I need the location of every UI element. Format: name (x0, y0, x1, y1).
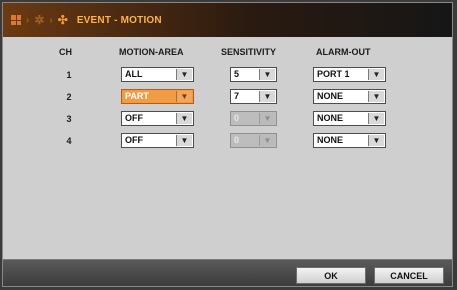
chevron-right-icon: › (49, 14, 53, 26)
header-sensitivity: SENSITIVITY (221, 47, 277, 57)
sensitivity-select[interactable]: 5 ▼ (230, 67, 277, 82)
chevron-down-icon[interactable]: ▼ (176, 135, 192, 146)
header-motion-area: MOTION-AREA (119, 47, 184, 57)
sensitivity-select: 0 ▼ (230, 111, 277, 126)
alarm-out-select[interactable]: NONE ▼ (313, 133, 386, 148)
chevron-down-icon[interactable]: ▼ (259, 91, 275, 102)
footer-bar: OK CANCEL (3, 259, 452, 286)
select-value: NONE (317, 113, 344, 123)
chevron-down-icon[interactable]: ▼ (368, 69, 384, 80)
ok-button[interactable]: OK (296, 267, 366, 284)
chevron-right-icon: › (26, 14, 30, 26)
select-value: PORT 1 (317, 69, 350, 79)
chevron-down-icon: ▼ (259, 135, 275, 146)
breadcrumb: › ✲ › ✣ EVENT - MOTION (11, 13, 162, 27)
channel-number: 1 (66, 70, 72, 80)
chevron-down-icon[interactable]: ▼ (176, 91, 192, 102)
motion-area-select[interactable]: PART ▼ (121, 89, 194, 104)
header-ch: CH (59, 47, 72, 57)
motion-area-select[interactable]: OFF ▼ (121, 111, 194, 126)
chevron-down-icon[interactable]: ▼ (176, 69, 192, 80)
move-icon[interactable]: ✣ (58, 13, 68, 27)
alarm-out-select[interactable]: NONE ▼ (313, 89, 386, 104)
motion-area-select[interactable]: ALL ▼ (121, 67, 194, 82)
settings-table: CH MOTION-AREA SENSITIVITY ALARM-OUT 1 A… (3, 37, 452, 259)
select-value: NONE (317, 135, 344, 145)
gear-icon[interactable]: ✲ (34, 13, 44, 27)
chevron-down-icon: ▼ (259, 113, 275, 124)
sensitivity-select: 0 ▼ (230, 133, 277, 148)
select-value: 5 (234, 69, 240, 79)
channel-number: 4 (66, 136, 72, 146)
motion-area-select[interactable]: OFF ▼ (121, 133, 194, 148)
event-motion-window: › ✲ › ✣ EVENT - MOTION CH MOTION-AREA SE… (2, 2, 453, 287)
select-value: 0 (234, 135, 240, 145)
select-value: OFF (125, 135, 143, 145)
page-title: EVENT - MOTION (76, 14, 162, 26)
sensitivity-select[interactable]: 7 ▼ (230, 89, 277, 104)
alarm-out-select[interactable]: PORT 1 ▼ (313, 67, 386, 82)
select-value: 0 (234, 113, 240, 123)
chevron-down-icon[interactable]: ▼ (368, 135, 384, 146)
alarm-out-select[interactable]: NONE ▼ (313, 111, 386, 126)
select-value: OFF (125, 113, 143, 123)
chevron-down-icon[interactable]: ▼ (259, 69, 275, 80)
channel-number: 2 (66, 92, 72, 102)
channel-number: 3 (66, 114, 72, 124)
grid-icon[interactable] (11, 15, 21, 25)
title-bar: › ✲ › ✣ EVENT - MOTION (3, 3, 452, 37)
select-value: PART (125, 91, 149, 101)
chevron-down-icon[interactable]: ▼ (176, 113, 192, 124)
select-value: NONE (317, 91, 344, 101)
chevron-down-icon[interactable]: ▼ (368, 113, 384, 124)
header-alarm-out: ALARM-OUT (316, 47, 371, 57)
cancel-button[interactable]: CANCEL (374, 267, 444, 284)
select-value: 7 (234, 91, 240, 101)
select-value: ALL (125, 69, 143, 79)
chevron-down-icon[interactable]: ▼ (368, 91, 384, 102)
